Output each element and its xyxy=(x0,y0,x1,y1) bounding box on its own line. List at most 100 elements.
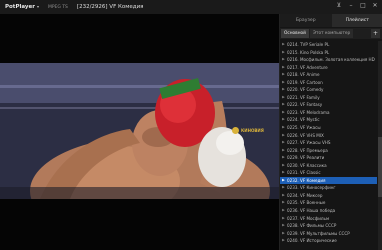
list-item[interactable]: ▶ 0237. VF Мосфильм xyxy=(280,215,377,223)
play-icon: ▶ xyxy=(282,200,285,205)
list-item[interactable]: ▶ 0225. VF Ужасы xyxy=(280,124,377,132)
playlist-panel: Браузер Плейлист Основной Этот компьютер… xyxy=(279,14,382,250)
play-icon: ▶ xyxy=(282,42,285,46)
list-item[interactable]: ▶ 0230. VF Классика xyxy=(280,162,377,170)
minimize-icon[interactable]: – xyxy=(347,2,355,10)
list-item-label: 0239. VF Мультфильмы СССР xyxy=(287,230,350,236)
list-item-label: 0216. Мосфильм. Золотая коллекция HD xyxy=(287,57,375,63)
list-item[interactable]: ▶ 0229. VF Реалити xyxy=(280,154,377,162)
watermark-text: КИНОВИЯ xyxy=(241,128,264,133)
list-item-label: 0228. VF Премьера xyxy=(287,147,328,153)
list-item-label: 0229. VF Реалити xyxy=(287,155,325,161)
playlist-scrollbar[interactable] xyxy=(378,41,382,250)
list-item[interactable]: ▶ 0215. Kino Polska PL xyxy=(280,49,377,57)
play-icon: ▶ xyxy=(282,49,285,54)
list-item[interactable]: ▶ 0227. VF Ужасы VHS xyxy=(280,139,377,147)
list-item[interactable]: ▶ 0214. TVP Seriale PL xyxy=(280,41,377,49)
chevron-down-icon: ▾ xyxy=(36,4,39,9)
list-item[interactable]: ▶ 0240. VF Исторические xyxy=(280,237,377,245)
list-item-label: 0236. VF Наша победа xyxy=(287,208,336,214)
play-icon: ▶ xyxy=(282,102,285,107)
play-icon: ▶ xyxy=(282,109,285,114)
app-name: PotPlayer xyxy=(5,4,35,10)
video-frame[interactable]: КИНОВИЯ xyxy=(0,63,279,199)
list-item[interactable]: ▶ 0221. VF Family xyxy=(280,94,377,102)
list-item[interactable]: ▶ 0222. VF Fantasy xyxy=(280,101,377,109)
list-item[interactable]: ▶ 0231. VF Classic xyxy=(280,169,377,177)
list-item-label: 0224. VF Mystic xyxy=(287,117,320,123)
list-item[interactable]: ▶ 0223. VF Melodrama xyxy=(280,109,377,117)
play-icon: ▶ xyxy=(282,57,285,62)
play-icon: ▶ xyxy=(282,147,285,152)
subtab-this-computer[interactable]: Этот компьютер xyxy=(309,29,354,38)
list-item[interactable]: ▶ 0236. VF Наша победа xyxy=(280,207,377,215)
list-item-label: 0227. VF Ужасы VHS xyxy=(287,140,331,146)
list-item[interactable]: ▶ 0219. VF Cartoon xyxy=(280,79,377,87)
list-item[interactable]: ▶ 0220. VF Comedy xyxy=(280,86,377,94)
play-icon: ▶ xyxy=(282,208,285,213)
list-item[interactable]: ▶ 0228. VF Премьера xyxy=(280,147,377,155)
list-item-label: 0231. VF Classic xyxy=(287,170,321,176)
list-item[interactable]: ▶ 0235. VF Военные xyxy=(280,199,377,207)
play-icon: ▶ xyxy=(282,140,285,145)
list-item-label: 0226. VF VHS MIX xyxy=(287,132,324,138)
play-icon: ▶ xyxy=(282,162,285,167)
list-item[interactable]: ▶ 0238. VF Фильмы СССР xyxy=(280,222,377,230)
title-bar: PotPlayer ▾ MPEG TS [232/2926] VF Комедия… xyxy=(0,0,382,14)
channel-watermark: КИНОВИЯ xyxy=(232,127,264,134)
play-icon: ▶ xyxy=(282,230,285,235)
list-item[interactable]: ▶ 0239. VF Мультфильмы СССР xyxy=(280,230,377,238)
list-item-label: 0234. VF Миксер xyxy=(287,192,323,198)
add-playlist-button[interactable]: + xyxy=(371,29,380,38)
maximize-icon[interactable]: □ xyxy=(359,2,367,10)
subtab-main[interactable]: Основной xyxy=(281,29,309,38)
play-icon: ▶ xyxy=(282,185,285,190)
list-item-label: 0220. VF Comedy xyxy=(287,87,324,93)
pin-icon[interactable]: ⊻ xyxy=(335,2,343,10)
close-icon[interactable]: ✕ xyxy=(371,2,379,10)
list-item-label: 0225. VF Ужасы xyxy=(287,125,321,131)
play-icon: ▶ xyxy=(282,64,285,69)
play-icon: ▶ xyxy=(282,155,285,160)
play-icon: ▶ xyxy=(282,94,285,99)
playlist-subtabs: Основной Этот компьютер + xyxy=(280,28,382,39)
list-item-label: 0233. VF Киносерфинг xyxy=(287,185,336,191)
tab-playlist[interactable]: Плейлист xyxy=(331,14,382,27)
app-menu-button[interactable]: PotPlayer ▾ xyxy=(0,4,39,10)
play-icon: ▶ xyxy=(282,177,285,182)
list-item-label: 0232. VF Комедия xyxy=(287,177,326,183)
channel-logo-icon xyxy=(232,127,239,134)
window-controls: ⊻ – □ ✕ xyxy=(335,2,379,10)
play-icon: ▶ xyxy=(282,117,285,122)
list-item[interactable]: ▶ 0218. VF Anime xyxy=(280,71,377,79)
play-icon: ▶ xyxy=(282,125,285,130)
list-item-label: 0223. VF Melodrama xyxy=(287,109,330,115)
list-item-label: 0230. VF Классика xyxy=(287,162,327,168)
panel-tabs: Браузер Плейлист xyxy=(280,14,382,27)
list-item-label: 0240. VF Исторические xyxy=(287,238,337,244)
window-title: [232/2926] VF Комедия xyxy=(76,4,144,10)
play-icon: ▶ xyxy=(282,132,285,137)
play-icon: ▶ xyxy=(282,223,285,228)
list-item-label: 0214. TVP Seriale PL xyxy=(287,42,330,47)
list-item-label: 0215. Kino Polska PL xyxy=(287,49,330,55)
list-item-label: 0219. VF Cartoon xyxy=(287,79,323,85)
play-icon: ▶ xyxy=(282,192,285,197)
list-item-label: 0218. VF Anime xyxy=(287,72,320,78)
list-item-label: 0217. VF Adventure xyxy=(287,64,328,70)
format-label: MPEG TS xyxy=(47,4,68,10)
list-item[interactable]: ▶ 0226. VF VHS MIX xyxy=(280,132,377,140)
list-item-label: 0238. VF Фильмы СССР xyxy=(287,223,337,229)
play-icon: ▶ xyxy=(282,170,285,175)
play-icon: ▶ xyxy=(282,215,285,220)
list-item[interactable]: ▶ 0234. VF Миксер xyxy=(280,192,377,200)
video-area[interactable]: КИНОВИЯ xyxy=(0,14,279,250)
tab-browser[interactable]: Браузер xyxy=(280,14,332,27)
scrollbar-thumb[interactable] xyxy=(378,137,382,197)
list-item[interactable]: ▶ 0224. VF Mystic xyxy=(280,116,377,124)
list-item[interactable]: ▶ 0217. VF Adventure xyxy=(280,64,377,72)
list-item[interactable]: ▶ 0232. VF Комедия xyxy=(280,176,377,185)
list-item[interactable]: ▶ 0233. VF Киносерфинг xyxy=(280,184,377,192)
list-item-label: 0237. VF Мосфильм xyxy=(287,215,330,221)
list-item[interactable]: ▶ 0216. Мосфильм. Золотая коллекция HD xyxy=(280,56,377,64)
